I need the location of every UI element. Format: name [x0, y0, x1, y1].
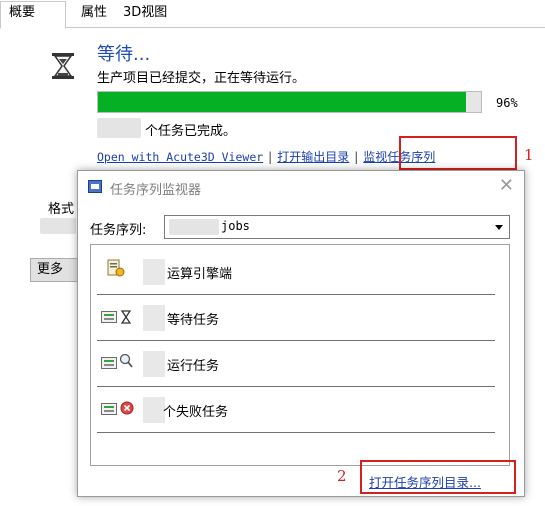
tab-properties[interactable]: 属性	[73, 2, 115, 28]
queue-status-list: 运算引擎端 等待任务 运行任务 个失败任务	[90, 244, 510, 466]
link-separator: |	[354, 150, 359, 164]
progress-bar-fill	[98, 92, 466, 112]
tasks-done-text: 个任务已完成。	[145, 124, 237, 139]
engine-icon	[107, 259, 125, 283]
task-card-icon	[101, 357, 117, 369]
link-separator: |	[268, 150, 273, 164]
dialog-titlebar[interactable]: 任务序列监视器 ✕	[78, 171, 524, 203]
list-item-running[interactable]: 运行任务	[91, 341, 511, 387]
list-item-engines[interactable]: 运算引擎端	[91, 249, 511, 295]
redacted-count	[143, 259, 165, 285]
redacted-count	[143, 305, 165, 331]
annotation-box-2	[360, 460, 516, 494]
tab-overview[interactable]: 概要	[0, 1, 66, 29]
close-icon[interactable]: ✕	[499, 175, 514, 196]
dialog-title: 任务序列监视器	[110, 183, 202, 198]
annotation-marker-2: 2	[337, 467, 347, 485]
status-title: 等待...	[97, 44, 151, 65]
search-icon	[119, 353, 133, 373]
progress-bar	[97, 91, 482, 113]
hourglass-icon	[50, 52, 76, 84]
task-card-icon	[101, 311, 117, 323]
more-button[interactable]: 更多	[30, 258, 80, 282]
redacted-value	[40, 218, 76, 234]
format-label: 格式	[48, 202, 75, 217]
list-item-failed[interactable]: 个失败任务	[91, 387, 511, 433]
error-icon	[120, 400, 134, 419]
list-item-label: 运算引擎端	[167, 267, 233, 282]
list-item-waiting[interactable]: 等待任务	[91, 295, 511, 341]
redacted-count	[143, 351, 165, 377]
redacted-count	[97, 118, 141, 138]
open-output-link[interactable]: 打开输出目录	[277, 150, 349, 164]
action-links: Open with Acute3D Viewer | 打开输出目录 | 监视任务序列	[97, 148, 435, 165]
monitor-window-icon	[88, 180, 102, 193]
progress-percent: 96%	[496, 96, 518, 110]
queue-select[interactable]: jobs	[164, 215, 510, 239]
list-item-label: 运行任务	[167, 359, 220, 374]
job-queue-monitor-dialog: 任务序列监视器 ✕ 任务序列: jobs 运算引擎端 等待任务 运行任务 个失败…	[77, 170, 525, 497]
status-subtitle: 生产项目已经提交，正在等待运行。	[97, 71, 306, 86]
redacted-path	[169, 219, 219, 235]
open-viewer-link[interactable]: Open with Acute3D Viewer	[97, 150, 263, 164]
redacted-count	[143, 397, 165, 423]
list-item-label: 等待任务	[167, 313, 220, 328]
annotation-box-1	[399, 136, 517, 170]
task-card-icon	[101, 403, 117, 415]
queue-label: 任务序列:	[90, 223, 147, 238]
tab-3d-view[interactable]: 3D视图	[115, 2, 175, 28]
list-item-label: 个失败任务	[163, 405, 229, 420]
queue-value: jobs	[221, 219, 250, 233]
chevron-down-icon	[495, 225, 503, 230]
hourglass-icon	[120, 309, 132, 328]
annotation-marker-1: 1	[524, 146, 534, 164]
tab-strip: 概要 属性 3D视图	[0, 0, 545, 29]
